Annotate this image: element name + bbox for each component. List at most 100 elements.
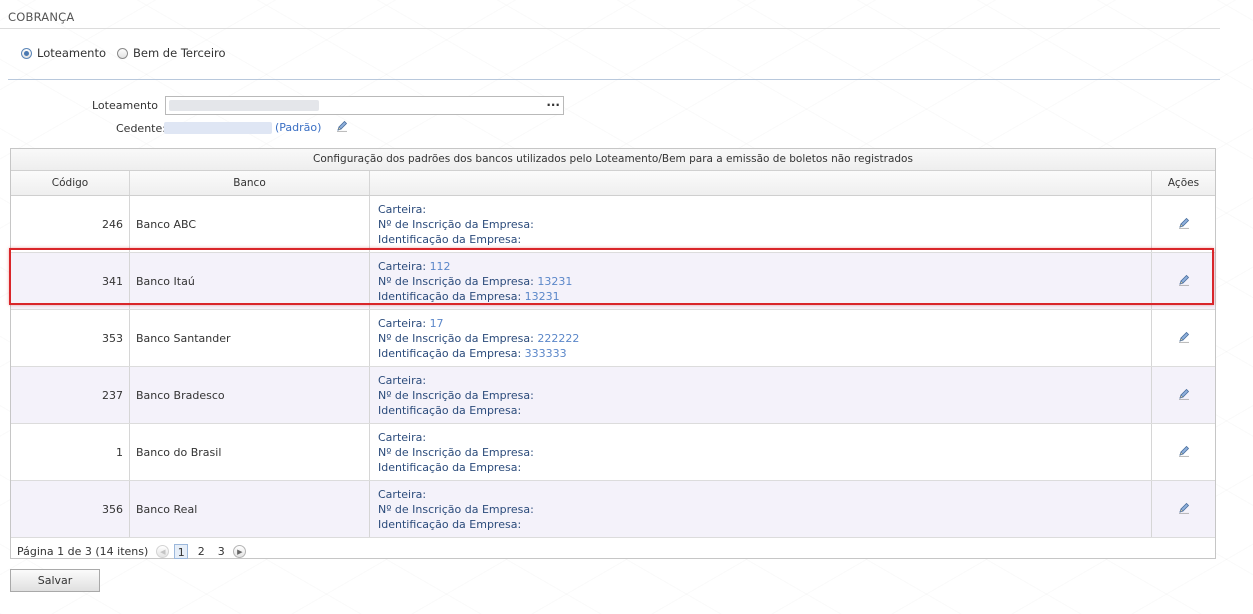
cell-acoes <box>1152 196 1215 252</box>
edit-pencil-icon[interactable] <box>1178 445 1190 460</box>
edit-pencil-icon[interactable] <box>1178 217 1190 232</box>
identificacao-line: Identificação da Empresa: 333333 <box>378 346 567 361</box>
cell-banco: Banco Itaú <box>130 253 370 309</box>
cell-codigo: 353 <box>11 310 130 366</box>
banco-value: Banco Santander <box>136 331 231 345</box>
divider <box>0 28 1220 29</box>
loteamento-lookup-button[interactable]: ··· <box>546 98 560 112</box>
edit-pencil-icon[interactable] <box>1178 331 1190 346</box>
cell-configuracao: Carteira: 17 Nº de Inscrição da Empresa: … <box>370 310 1152 366</box>
table-row[interactable]: 1 Banco do Brasil Carteira: Nº de Inscriçã… <box>11 424 1215 481</box>
cedente-label: Cedente: <box>116 122 166 135</box>
identificacao-label: Identificação da Empresa: <box>378 289 522 303</box>
cell-codigo: 341 <box>11 253 130 309</box>
carteira-label: Carteira: <box>378 373 427 387</box>
carteira-value: 17 <box>429 316 444 330</box>
table-row[interactable]: 356 Banco Real Carteira: Nº de Inscrição d… <box>11 481 1215 538</box>
identificacao-label: Identificação da Empresa: <box>378 232 522 246</box>
prev-page-icon[interactable]: ◀ <box>156 545 170 558</box>
loteamento-input[interactable]: ··· <box>165 96 564 115</box>
cell-banco: Banco Real <box>130 481 370 537</box>
edit-pencil-icon[interactable] <box>1178 502 1190 517</box>
radio-label: Bem de Terceiro <box>132 46 226 60</box>
inscricao-label: Nº de Inscrição da Empresa: <box>378 445 534 459</box>
cell-acoes <box>1152 367 1215 423</box>
identificacao-line: Identificação da Empresa: 13231 <box>378 289 560 304</box>
page-number-1[interactable]: 1 <box>174 544 189 559</box>
cell-configuracao: Carteira: Nº de Inscrição da Empresa: Id… <box>370 481 1152 537</box>
cell-configuracao: Carteira: 112 Nº de Inscrição da Empresa:… <box>370 253 1152 309</box>
identificacao-value: 13231 <box>524 289 560 303</box>
cell-codigo: 237 <box>11 367 130 423</box>
codigo-value: 1 <box>116 445 123 459</box>
cell-configuracao: Carteira: Nº de Inscrição da Empresa: Id… <box>370 367 1152 423</box>
cell-codigo: 356 <box>11 481 130 537</box>
carteira-line: Carteira: 17 <box>378 316 444 331</box>
cell-acoes <box>1152 310 1215 366</box>
codigo-value: 237 <box>102 388 123 402</box>
cell-acoes <box>1152 481 1215 537</box>
inscricao-label: Nº de Inscrição da Empresa: <box>378 388 534 402</box>
page-number-3[interactable]: 3 <box>214 544 228 559</box>
grid-header: Código Banco Ações <box>11 171 1215 196</box>
inscricao-line: Nº de Inscrição da Empresa: 13231 <box>378 274 572 289</box>
table-row[interactable]: 341 Banco Itaú Carteira: 112 Nº de Inscriçã… <box>11 253 1215 310</box>
carteira-label: Carteira: <box>378 487 427 501</box>
inscricao-line: Nº de Inscrição da Empresa: 222222 <box>378 331 579 346</box>
banco-value: Banco do Brasil <box>136 445 222 459</box>
carteira-label: Carteira: <box>378 259 427 273</box>
carteira-line: Carteira: <box>378 202 426 217</box>
identificacao-line: Identificação da Empresa: <box>378 517 521 532</box>
codigo-value: 356 <box>102 502 123 516</box>
loteamento-label: Loteamento <box>92 99 158 112</box>
column-header-acoes: Ações <box>1167 177 1200 189</box>
page-number-2[interactable]: 2 <box>194 544 208 559</box>
carteira-line: Carteira: 112 <box>378 259 451 274</box>
radio-checked-icon[interactable] <box>21 47 32 59</box>
radio-label: Loteamento <box>37 46 106 60</box>
edit-pencil-icon[interactable] <box>1178 388 1190 403</box>
identificacao-label: Identificação da Empresa: <box>378 403 522 417</box>
inscricao-label: Nº de Inscrição da Empresa: <box>378 502 534 516</box>
grid-caption: Configuração dos padrões dos bancos util… <box>11 149 1215 171</box>
cell-banco: Banco ABC <box>130 196 370 252</box>
banks-grid: Configuração dos padrões dos bancos util… <box>10 148 1216 559</box>
save-button[interactable]: Salvar <box>10 569 100 592</box>
cell-configuracao: Carteira: Nº de Inscrição da Empresa: Id… <box>370 196 1152 252</box>
inscricao-line: Nº de Inscrição da Empresa: <box>378 445 534 460</box>
codigo-value: 341 <box>102 274 123 288</box>
section-title: COBRANÇA <box>8 10 75 24</box>
carteira-label: Carteira: <box>378 202 427 216</box>
identificacao-label: Identificação da Empresa: <box>378 346 522 360</box>
column-header-banco[interactable]: Banco <box>130 171 370 195</box>
carteira-line: Carteira: <box>378 430 426 445</box>
identificacao-line: Identificação da Empresa: <box>378 232 521 247</box>
edit-cedente-icon[interactable] <box>336 120 348 135</box>
radio-loteamento[interactable]: Loteamento <box>21 46 106 60</box>
column-header-codigo[interactable]: Código <box>11 171 130 195</box>
divider <box>8 79 1220 80</box>
carteira-label: Carteira: <box>378 430 427 444</box>
identificacao-value: 333333 <box>524 346 567 360</box>
inscricao-line: Nº de Inscrição da Empresa: <box>378 502 534 517</box>
inscricao-line: Nº de Inscrição da Empresa: <box>378 388 534 403</box>
redacted-value <box>169 100 319 111</box>
cell-configuracao: Carteira: Nº de Inscrição da Empresa: Id… <box>370 424 1152 480</box>
identificacao-line: Identificação da Empresa: <box>378 460 521 475</box>
grid-body: 246 Banco ABC Carteira: Nº de Inscrição da… <box>11 196 1215 538</box>
banco-value: Banco Itaú <box>136 274 195 288</box>
table-row[interactable]: 237 Banco Bradesco Carteira: Nº de Inscriç… <box>11 367 1215 424</box>
table-row[interactable]: 246 Banco ABC Carteira: Nº de Inscrição da… <box>11 196 1215 253</box>
cell-banco: Banco Santander <box>130 310 370 366</box>
radio-bem-de-terceiro[interactable]: Bem de Terceiro <box>116 46 226 60</box>
identificacao-label: Identificação da Empresa: <box>378 517 522 531</box>
identificacao-line: Identificação da Empresa: <box>378 403 521 418</box>
next-page-icon[interactable]: ▶ <box>233 545 247 558</box>
cell-codigo: 246 <box>11 196 130 252</box>
banco-value: Banco Real <box>136 502 198 516</box>
edit-pencil-icon[interactable] <box>1178 274 1190 289</box>
codigo-value: 246 <box>102 217 123 231</box>
table-row[interactable]: 353 Banco Santander Carteira: 17 Nº de Insc… <box>11 310 1215 367</box>
radio-unchecked-icon[interactable] <box>116 47 128 59</box>
inscricao-label: Nº de Inscrição da Empresa: <box>378 217 534 231</box>
